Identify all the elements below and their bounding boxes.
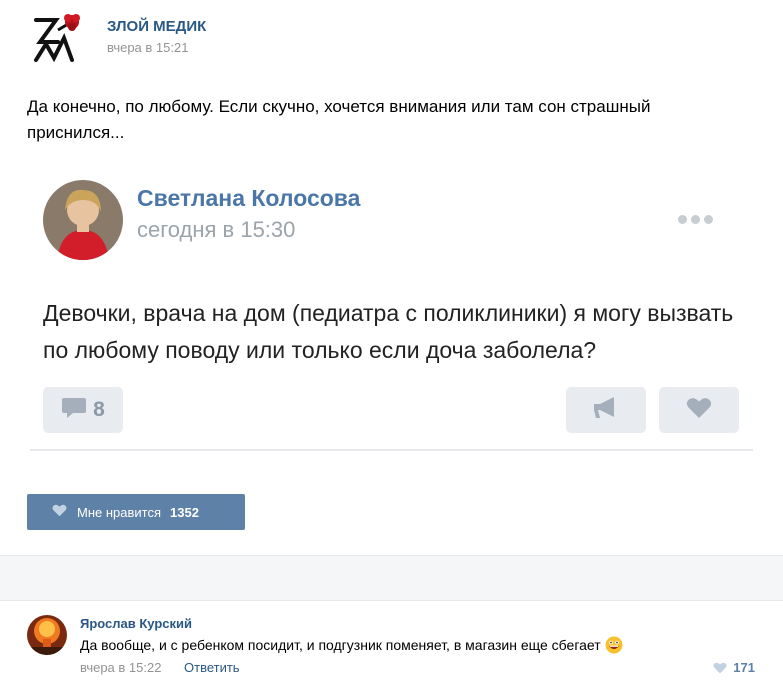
post-author-name[interactable]: ЗЛОЙ МЕДИК: [107, 18, 206, 35]
reply-link[interactable]: Ответить: [184, 660, 240, 675]
like-button-label: Мне нравится: [77, 504, 162, 520]
post: ЗЛОЙ МЕДИК вчера в 15:21 Да конечно, по …: [0, 0, 783, 555]
share-megaphone-icon: [592, 396, 620, 425]
heart-icon: [713, 662, 727, 673]
grinning-face-emoji-icon: [605, 636, 623, 654]
embedded-comments-button: 8: [43, 387, 123, 433]
post-timestamp[interactable]: вчера в 15:21: [107, 40, 188, 55]
embedded-comments-count: 8: [93, 398, 105, 421]
comment-timestamp[interactable]: вчера в 15:22: [80, 660, 161, 675]
embedded-avatar: [43, 180, 123, 260]
embedded-text: Девочки, врача на дом (педиатра с поликл…: [43, 300, 734, 363]
heart-icon: [52, 504, 67, 520]
embedded-divider: [30, 449, 753, 451]
comment-like-button[interactable]: 171: [713, 660, 755, 675]
embedded-screenshot[interactable]: Светлана Колосова сегодня в 15:30 Девочк…: [30, 165, 753, 451]
comment-item: Ярослав Курский Да вообще, и с ребенком …: [0, 601, 783, 684]
comment-author-name[interactable]: Ярослав Курский: [80, 616, 192, 631]
more-dots-icon: [678, 215, 713, 224]
author-logo-icon[interactable]: [28, 8, 88, 68]
like-count: 1352: [170, 504, 199, 520]
embedded-share-button: [566, 387, 646, 433]
comment-icon: [61, 396, 87, 425]
embedded-like-button: [659, 387, 739, 433]
like-button[interactable]: Мне нравится 1352: [27, 494, 245, 530]
comment-text: Да вообще, и с ребенком посидит, и подгу…: [80, 637, 601, 653]
like-heart-icon: [686, 397, 712, 424]
comment-text-row: Да вообще, и с ребенком посидит, и подгу…: [80, 636, 623, 654]
comment-like-count: 171: [733, 660, 755, 675]
comment-avatar[interactable]: [27, 615, 67, 655]
embedded-author-name: Светлана Колосова: [137, 185, 361, 211]
section-divider: [0, 555, 783, 601]
post-text: Да конечно, по любому. Если скучно, хоче…: [27, 97, 651, 142]
embedded-timestamp: сегодня в 15:30: [137, 217, 296, 242]
